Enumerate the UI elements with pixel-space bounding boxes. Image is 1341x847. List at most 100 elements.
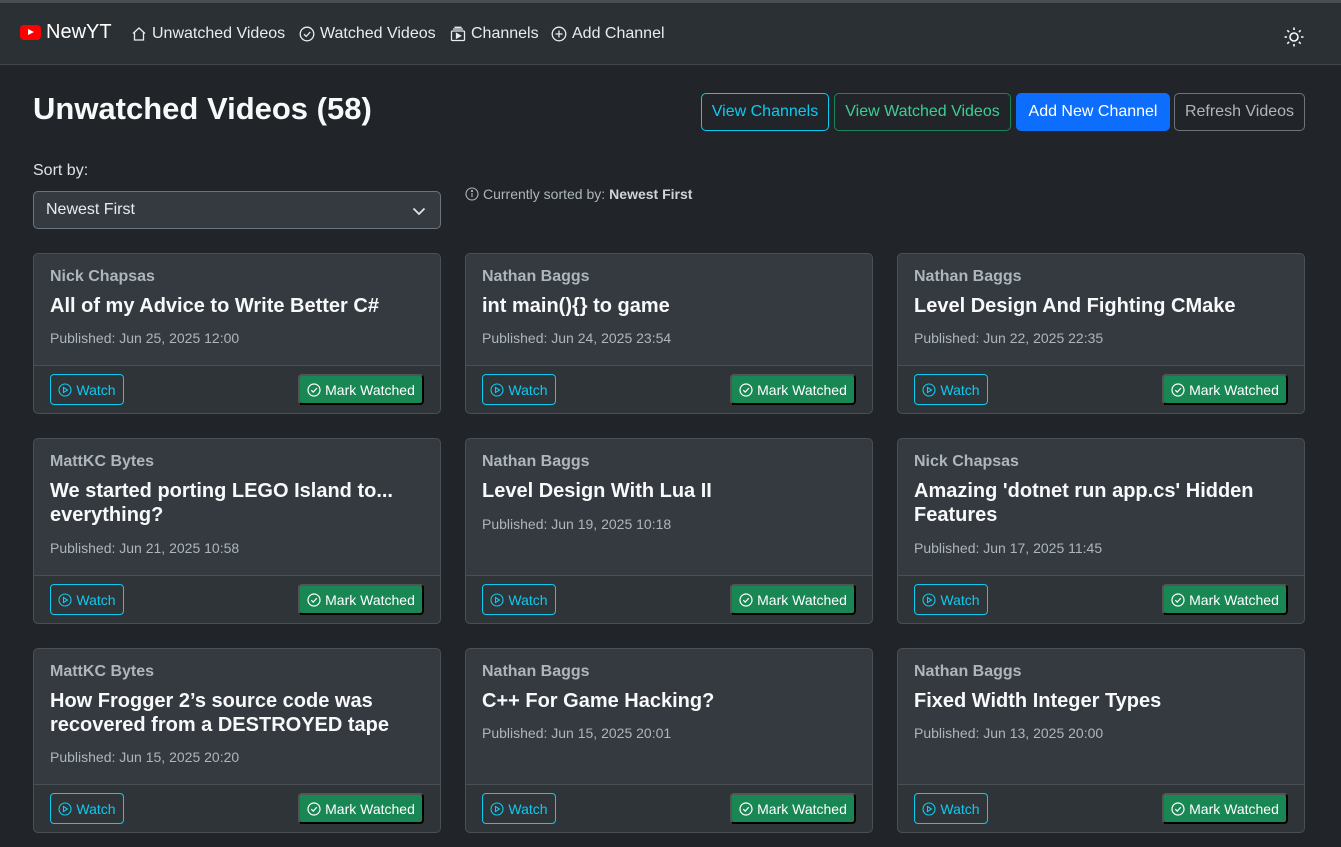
video-title: How Frogger 2’s source code was recovere… bbox=[50, 690, 389, 736]
video-title: C++ For Game Hacking? bbox=[482, 690, 715, 712]
video-channel[interactable]: Nathan Baggs bbox=[482, 663, 590, 681]
video-published: Published: Jun 15, 2025 20:20 bbox=[50, 749, 240, 765]
video-published: Published: Jun 13, 2025 20:00 bbox=[914, 725, 1104, 741]
watch-label: Watch bbox=[940, 800, 980, 817]
card-footer: Watch Mark Watched bbox=[466, 784, 872, 832]
mark-watched-label: Mark Watched bbox=[757, 591, 847, 608]
mark-watched-button[interactable]: Mark Watched bbox=[730, 793, 856, 824]
watch-button[interactable]: Watch bbox=[914, 584, 988, 615]
video-channel[interactable]: Nathan Baggs bbox=[482, 453, 590, 471]
brand-name: NewYT bbox=[46, 21, 112, 43]
video-channel[interactable]: Nathan Baggs bbox=[914, 268, 1022, 286]
watch-label: Watch bbox=[508, 800, 548, 817]
video-published: Published: Jun 21, 2025 10:58 bbox=[50, 540, 240, 556]
watch-button[interactable]: Watch bbox=[482, 374, 556, 405]
video-published: Published: Jun 19, 2025 10:18 bbox=[482, 516, 672, 532]
watch-button[interactable]: Watch bbox=[50, 374, 124, 405]
play-circle-icon bbox=[490, 382, 504, 397]
card-footer: Watch Mark Watched bbox=[466, 365, 872, 413]
video-card: MattKC Bytes How Frogger 2’s source code… bbox=[33, 648, 441, 833]
refresh-videos-button[interactable]: Refresh Videos bbox=[1174, 93, 1305, 131]
check-circle-icon bbox=[307, 382, 321, 397]
video-card: Nathan Baggs Fixed Width Integer Types P… bbox=[897, 648, 1305, 833]
play-circle-icon bbox=[922, 801, 936, 816]
video-channel[interactable]: Nick Chapsas bbox=[914, 453, 1019, 471]
mark-watched-label: Mark Watched bbox=[325, 591, 415, 608]
video-title: Amazing 'dotnet run app.cs' Hidden Featu… bbox=[914, 480, 1254, 526]
watch-button[interactable]: Watch bbox=[482, 584, 556, 615]
mark-watched-button[interactable]: Mark Watched bbox=[298, 584, 424, 615]
video-channel[interactable]: Nathan Baggs bbox=[482, 268, 590, 286]
video-channel[interactable]: Nick Chapsas bbox=[50, 268, 155, 286]
card-footer: Watch Mark Watched bbox=[898, 575, 1304, 623]
video-card: Nathan Baggs Level Design With Lua II Pu… bbox=[465, 438, 873, 624]
card-footer: Watch Mark Watched bbox=[34, 784, 440, 832]
watch-label: Watch bbox=[76, 800, 116, 817]
sun-icon[interactable] bbox=[1283, 26, 1305, 48]
nav-add-channel[interactable]: Add Channel bbox=[551, 25, 665, 43]
nav-unwatched-label: Unwatched Videos bbox=[152, 25, 286, 42]
mark-watched-label: Mark Watched bbox=[325, 381, 415, 398]
mark-watched-label: Mark Watched bbox=[1189, 591, 1279, 608]
mark-watched-button[interactable]: Mark Watched bbox=[298, 793, 424, 824]
video-card: Nick Chapsas All of my Advice to Write B… bbox=[33, 253, 441, 414]
sort-select[interactable]: Newest First bbox=[33, 191, 441, 229]
watch-label: Watch bbox=[508, 591, 548, 608]
navbar: NewYT Unwatched Videos Watched Videos Ch… bbox=[0, 3, 1341, 65]
play-circle-icon bbox=[922, 592, 936, 607]
nav-channels-label: Channels bbox=[471, 25, 539, 42]
check-circle-icon bbox=[739, 801, 753, 816]
nav-unwatched-videos[interactable]: Unwatched Videos bbox=[131, 25, 285, 43]
watch-label: Watch bbox=[76, 591, 116, 608]
view-channels-button[interactable]: View Channels bbox=[701, 93, 829, 131]
watch-button[interactable]: Watch bbox=[482, 793, 556, 824]
video-card: Nick Chapsas Amazing 'dotnet run app.cs'… bbox=[897, 438, 1305, 624]
watch-button[interactable]: Watch bbox=[50, 793, 124, 824]
sort-label: Sort by: bbox=[33, 162, 89, 179]
nav-watched-videos[interactable]: Watched Videos bbox=[299, 25, 436, 43]
mark-watched-button[interactable]: Mark Watched bbox=[1162, 793, 1288, 824]
mark-watched-button[interactable]: Mark Watched bbox=[1162, 584, 1288, 615]
video-channel[interactable]: MattKC Bytes bbox=[50, 453, 154, 471]
video-card: Nathan Baggs int main(){} to game Publis… bbox=[465, 253, 873, 414]
watch-label: Watch bbox=[940, 381, 980, 398]
video-published: Published: Jun 22, 2025 22:35 bbox=[914, 330, 1104, 346]
video-title: Level Design And Fighting CMake bbox=[914, 295, 1236, 317]
mark-watched-button[interactable]: Mark Watched bbox=[298, 374, 424, 405]
mark-watched-label: Mark Watched bbox=[325, 800, 415, 817]
card-footer: Watch Mark Watched bbox=[34, 575, 440, 623]
check-circle-icon bbox=[299, 26, 315, 42]
info-circle-icon bbox=[465, 187, 479, 201]
add-new-channel-button[interactable]: Add New Channel bbox=[1016, 93, 1170, 131]
play-circle-icon bbox=[58, 592, 72, 607]
check-circle-icon bbox=[1171, 592, 1185, 607]
card-footer: Watch Mark Watched bbox=[34, 365, 440, 413]
watch-button[interactable]: Watch bbox=[914, 793, 988, 824]
watch-button[interactable]: Watch bbox=[50, 584, 124, 615]
card-footer: Watch Mark Watched bbox=[898, 784, 1304, 832]
watch-button[interactable]: Watch bbox=[914, 374, 988, 405]
sort-info-prefix: Currently sorted by: bbox=[483, 186, 606, 202]
mark-watched-button[interactable]: Mark Watched bbox=[1162, 374, 1288, 405]
card-footer: Watch Mark Watched bbox=[898, 365, 1304, 413]
mark-watched-button[interactable]: Mark Watched bbox=[730, 374, 856, 405]
nav-watched-label: Watched Videos bbox=[320, 25, 436, 42]
video-card: Nathan Baggs Level Design And Fighting C… bbox=[897, 253, 1305, 414]
video-card: Nathan Baggs C++ For Game Hacking? Publi… bbox=[465, 648, 873, 833]
nav-channels[interactable]: Channels bbox=[450, 25, 539, 43]
mark-watched-button[interactable]: Mark Watched bbox=[730, 584, 856, 615]
video-published: Published: Jun 15, 2025 20:01 bbox=[482, 725, 672, 741]
view-watched-videos-button[interactable]: View Watched Videos bbox=[834, 93, 1011, 131]
video-channel[interactable]: MattKC Bytes bbox=[50, 663, 154, 681]
video-title: int main(){} to game bbox=[482, 295, 670, 317]
nav-add-channel-label: Add Channel bbox=[572, 25, 665, 42]
watch-label: Watch bbox=[940, 591, 980, 608]
video-channel[interactable]: Nathan Baggs bbox=[914, 663, 1022, 681]
card-footer: Watch Mark Watched bbox=[466, 575, 872, 623]
video-title: All of my Advice to Write Better C# bbox=[50, 295, 379, 317]
mark-watched-label: Mark Watched bbox=[1189, 800, 1279, 817]
video-title: Fixed Width Integer Types bbox=[914, 690, 1162, 712]
brand[interactable]: NewYT bbox=[20, 21, 112, 44]
plus-circle-icon bbox=[551, 26, 567, 42]
check-circle-icon bbox=[307, 801, 321, 816]
